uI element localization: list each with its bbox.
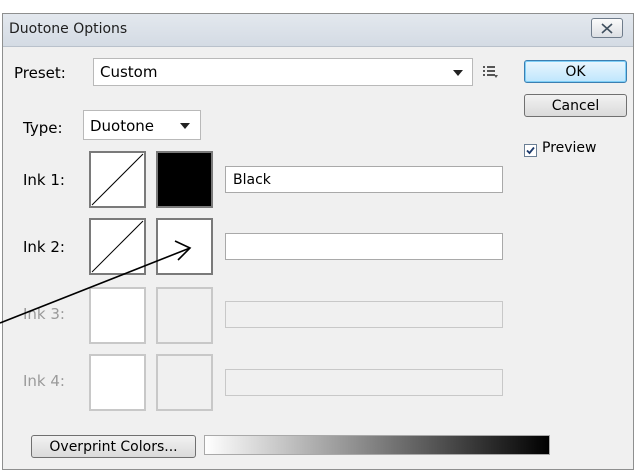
annotation-arrow — [0, 240, 192, 324]
